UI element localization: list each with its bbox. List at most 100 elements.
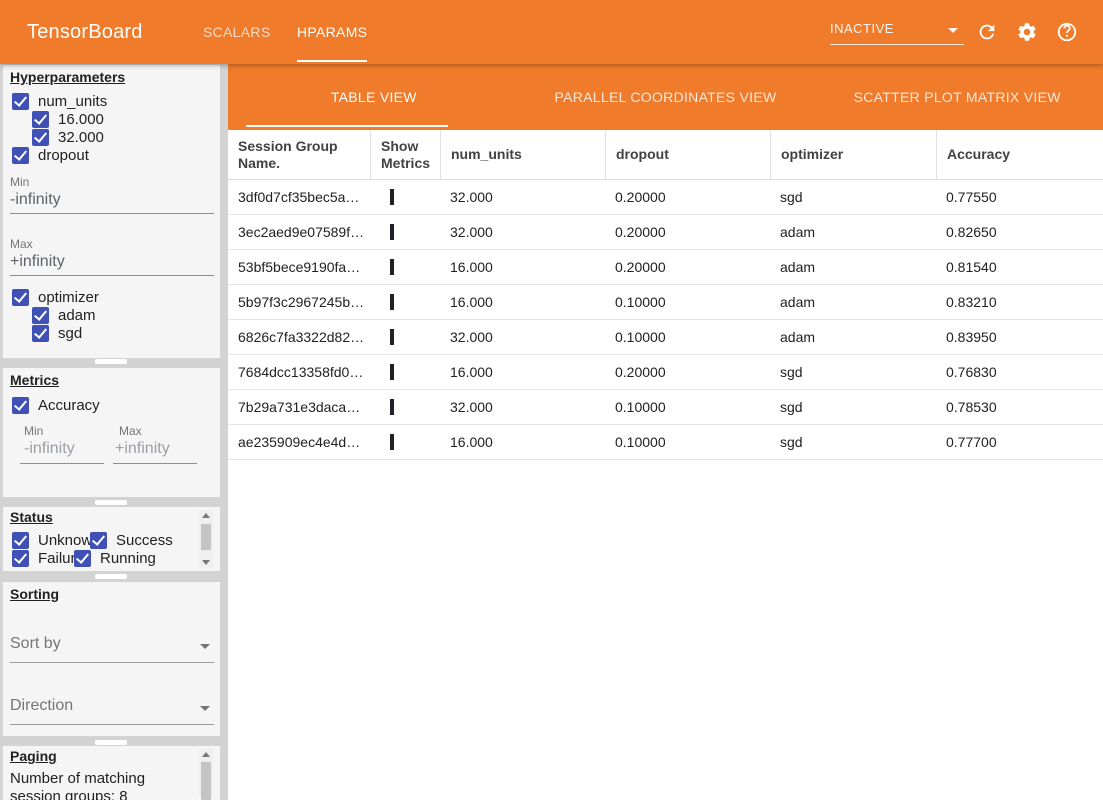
checkbox-unknown[interactable]	[12, 532, 29, 549]
checkbox-failure[interactable]	[12, 550, 29, 567]
direction-placeholder: Direction	[10, 697, 73, 715]
table-row: 3ec2aed9e07589f…32.0000.20000adam0.82650	[228, 215, 1103, 250]
column-header-num-units[interactable]: num_units	[440, 130, 605, 179]
column-header-dropout[interactable]: dropout	[605, 130, 770, 179]
num_units-cell: 16.000	[440, 294, 605, 310]
show-metrics-cell	[370, 434, 440, 450]
status-failure-label: Failure	[38, 550, 74, 567]
refresh-icon[interactable]	[976, 21, 998, 43]
show-metrics-checkbox[interactable]	[390, 294, 394, 310]
num_units-cell: 32.000	[440, 329, 605, 345]
scroll-thumb[interactable]	[201, 524, 211, 550]
num_units-cell: 16.000	[440, 434, 605, 450]
reload-state-dropdown[interactable]: INACTIVE	[830, 19, 964, 45]
dropout-cell: 0.20000	[605, 259, 770, 275]
hyperparameters-heading: Hyperparameters	[10, 69, 125, 85]
status-running-label: Running	[100, 550, 156, 567]
checkbox-sgd[interactable]	[32, 325, 49, 342]
column-header-session-group-name[interactable]: Session Group Name.	[228, 130, 370, 179]
checkbox-32[interactable]	[32, 129, 49, 146]
column-header-optimizer[interactable]: optimizer	[770, 130, 936, 179]
hparam-dropout-row: dropout	[12, 146, 89, 164]
checkbox-optimizer[interactable]	[12, 289, 29, 306]
paging-panel: Paging Number of matching session groups…	[3, 746, 220, 800]
accuracy-cell: 0.82650	[936, 224, 1103, 240]
tab-hparams[interactable]: HPARAMS	[297, 0, 367, 64]
table-row: 7684dcc13358fd0…16.0000.20000sgd0.76830	[228, 355, 1103, 390]
hparam-value-row: sgd	[32, 324, 82, 342]
panel-resize-handle[interactable]	[95, 574, 127, 579]
tab-scalars[interactable]: SCALARS	[203, 0, 270, 64]
accuracy-cell: 0.78530	[936, 399, 1103, 415]
show-metrics-checkbox[interactable]	[390, 329, 394, 345]
checkbox-16[interactable]	[32, 111, 49, 128]
checkbox-accuracy[interactable]	[12, 397, 29, 414]
paging-scrollbar[interactable]	[199, 749, 213, 797]
scroll-up-icon[interactable]	[202, 752, 210, 757]
panel-resize-handle[interactable]	[95, 500, 127, 505]
num_units-cell: 16.000	[440, 259, 605, 275]
column-header-show-metrics[interactable]: Show Metrics	[370, 130, 440, 179]
num_units-cell: 32.000	[440, 224, 605, 240]
tab-scatter-plot-matrix-view[interactable]: SCATTER PLOT MATRIX VIEW	[811, 64, 1103, 130]
show-metrics-checkbox[interactable]	[390, 364, 394, 380]
hparams-main: TABLE VIEW PARALLEL COORDINATES VIEW SCA…	[228, 64, 1103, 800]
checkbox-num-units[interactable]	[12, 93, 29, 110]
metric-min-label: Min	[24, 424, 43, 438]
reload-state-value: INACTIVE	[830, 21, 894, 36]
status-success-label: Success	[116, 532, 173, 549]
show-metrics-checkbox[interactable]	[390, 224, 394, 240]
metrics-panel: Metrics Accuracy Min Max -infinity +infi…	[3, 368, 220, 497]
checkbox-adam[interactable]	[32, 307, 49, 324]
table-row: 5b97f3c2967245b…16.0000.10000adam0.83210	[228, 285, 1103, 320]
name-cell: 7b29a731e3daca…	[228, 399, 370, 415]
show-metrics-checkbox[interactable]	[390, 259, 394, 275]
accuracy-cell: 0.76830	[936, 364, 1103, 380]
num_units-cell: 32.000	[440, 189, 605, 205]
status-scrollbar[interactable]	[199, 510, 213, 568]
hparam-num-units-row: num_units	[12, 92, 107, 110]
metrics-heading: Metrics	[10, 372, 59, 388]
scroll-thumb[interactable]	[201, 762, 211, 800]
optimizer-label: optimizer	[38, 289, 99, 306]
dropout-cell: 0.10000	[605, 399, 770, 415]
dropout-cell: 0.20000	[605, 189, 770, 205]
name-cell: 3df0d7cf35bec5a…	[228, 189, 370, 205]
show-metrics-checkbox[interactable]	[390, 399, 394, 415]
direction-dropdown[interactable]: Direction	[10, 697, 214, 725]
status-row: Unknown Success	[12, 531, 173, 549]
checkbox-success[interactable]	[90, 532, 107, 549]
accuracy-cell: 0.81540	[936, 259, 1103, 275]
value-16-label: 16.000	[58, 111, 104, 128]
max-label: Max	[10, 237, 33, 251]
help-icon[interactable]	[1056, 21, 1078, 43]
checkbox-running[interactable]	[74, 550, 91, 567]
show-metrics-cell	[370, 224, 440, 240]
metric-max-label: Max	[119, 424, 142, 438]
show-metrics-checkbox[interactable]	[390, 434, 394, 450]
tab-table-view[interactable]: TABLE VIEW	[228, 64, 520, 130]
optimizer-cell: sgd	[770, 364, 936, 380]
checkbox-dropout[interactable]	[12, 147, 29, 164]
scroll-up-icon[interactable]	[202, 513, 210, 518]
active-tab-inkbar	[246, 125, 448, 127]
optimizer-cell: sgd	[770, 189, 936, 205]
show-metrics-cell	[370, 329, 440, 345]
panel-resize-handle[interactable]	[95, 359, 127, 364]
column-header-accuracy[interactable]: Accuracy	[936, 130, 1103, 179]
min-label: Min	[10, 175, 29, 189]
name-cell: 53bf5bece9190fa…	[228, 259, 370, 275]
value-32-label: 32.000	[58, 129, 104, 146]
scroll-down-icon[interactable]	[202, 560, 210, 565]
optimizer-cell: adam	[770, 294, 936, 310]
panel-resize-handle[interactable]	[95, 740, 127, 745]
show-metrics-cell	[370, 189, 440, 205]
settings-gear-icon[interactable]	[1016, 21, 1038, 43]
show-metrics-checkbox[interactable]	[390, 189, 394, 205]
name-cell: 6826c7fa3322d82…	[228, 329, 370, 345]
dropout-cell: 0.20000	[605, 364, 770, 380]
sort-by-dropdown[interactable]: Sort by	[10, 635, 214, 663]
chevron-down-icon	[200, 706, 210, 711]
accuracy-cell: 0.77550	[936, 189, 1103, 205]
tab-parallel-coordinates-view[interactable]: PARALLEL COORDINATES VIEW	[520, 64, 812, 130]
